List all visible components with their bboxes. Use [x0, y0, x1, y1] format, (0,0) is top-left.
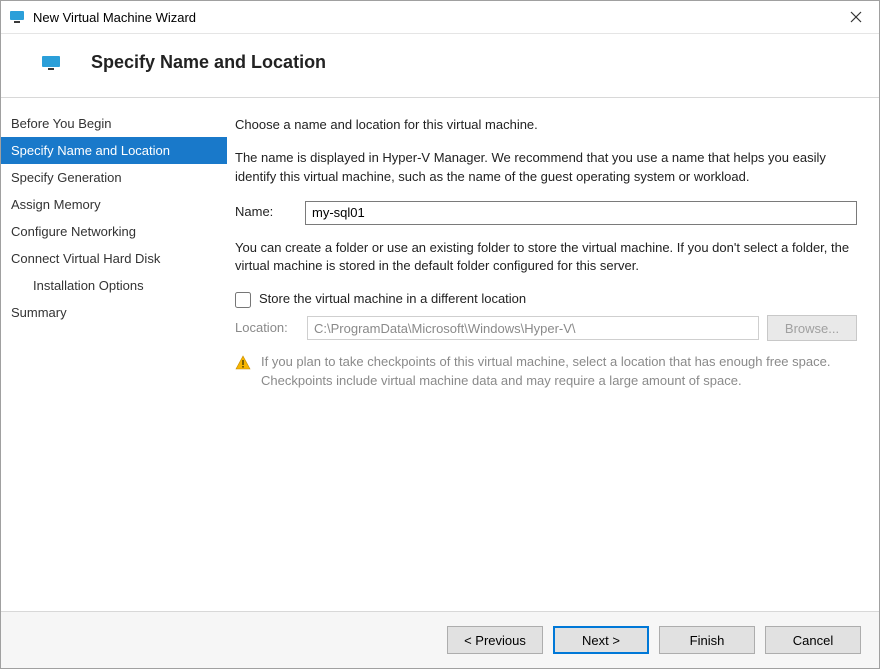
close-button[interactable] [833, 1, 879, 33]
intro-text: Choose a name and location for this virt… [235, 116, 857, 135]
finish-button[interactable]: Finish [659, 626, 755, 654]
sidebar-step-1[interactable]: Specify Name and Location [1, 137, 227, 164]
warning-row: If you plan to take checkpoints of this … [235, 353, 857, 391]
sidebar-step-7[interactable]: Summary [1, 299, 227, 326]
location-input [307, 316, 759, 340]
cancel-button[interactable]: Cancel [765, 626, 861, 654]
sidebar-step-5[interactable]: Connect Virtual Hard Disk [1, 245, 227, 272]
sidebar-step-6[interactable]: Installation Options [1, 272, 227, 299]
wizard-body: Before You BeginSpecify Name and Locatio… [1, 98, 879, 611]
wizard-header: Specify Name and Location [1, 34, 879, 98]
store-location-label: Store the virtual machine in a different… [259, 290, 526, 309]
step-sidebar: Before You BeginSpecify Name and Locatio… [1, 98, 227, 611]
warning-icon [235, 355, 251, 371]
warning-text: If you plan to take checkpoints of this … [261, 353, 857, 391]
sidebar-step-3[interactable]: Assign Memory [1, 191, 227, 218]
sidebar-step-0[interactable]: Before You Begin [1, 110, 227, 137]
store-location-row: Store the virtual machine in a different… [235, 290, 857, 309]
folder-help-text: You can create a folder or use an existi… [235, 239, 857, 277]
next-button[interactable]: Next > [553, 626, 649, 654]
app-icon [9, 9, 25, 25]
content-pane: Choose a name and location for this virt… [227, 98, 879, 611]
location-row: Location: Browse... [235, 315, 857, 341]
header-icon [41, 55, 61, 71]
location-label: Location: [235, 319, 307, 338]
page-title: Specify Name and Location [91, 52, 326, 73]
wizard-footer: < Previous Next > Finish Cancel [1, 611, 879, 668]
close-icon [850, 11, 862, 23]
browse-button: Browse... [767, 315, 857, 341]
name-input[interactable] [305, 201, 857, 225]
sidebar-step-2[interactable]: Specify Generation [1, 164, 227, 191]
window-title: New Virtual Machine Wizard [33, 10, 833, 25]
sidebar-step-4[interactable]: Configure Networking [1, 218, 227, 245]
name-help-text: The name is displayed in Hyper-V Manager… [235, 149, 857, 187]
titlebar: New Virtual Machine Wizard [1, 1, 879, 34]
name-row: Name: [235, 201, 857, 225]
previous-button[interactable]: < Previous [447, 626, 543, 654]
wizard-window: New Virtual Machine Wizard Specify Name … [0, 0, 880, 669]
name-label: Name: [235, 203, 305, 222]
store-location-checkbox[interactable] [235, 292, 251, 308]
